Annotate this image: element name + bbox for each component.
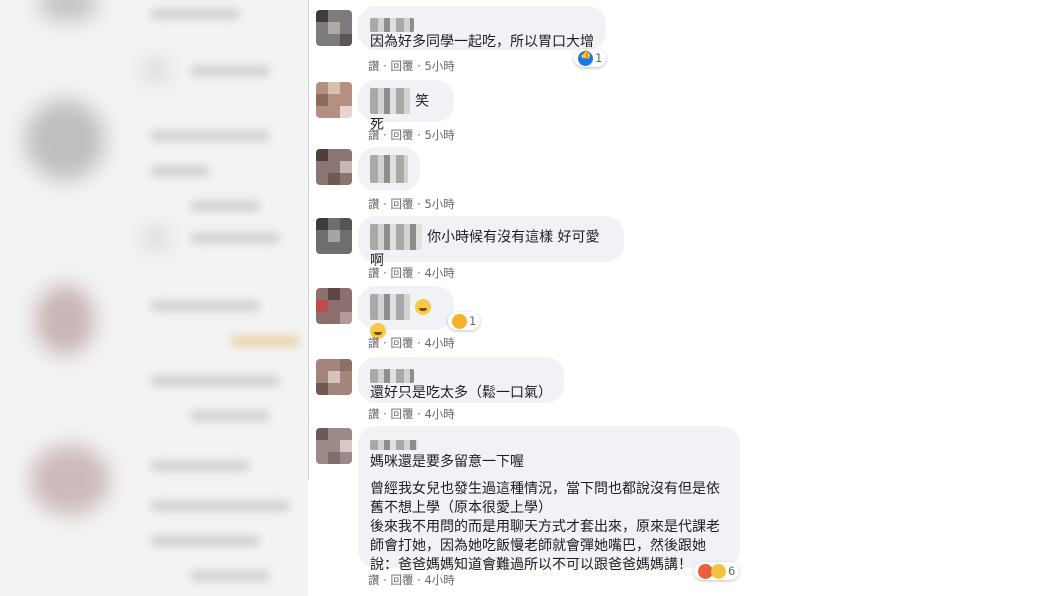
comment: 還好只是吃太多（鬆一口氣） 讚 · 回覆 · 4小時 [310, 355, 760, 425]
reply-link[interactable]: 回覆 [390, 336, 413, 350]
comment-actions: 讚 · 回覆 · 5小時 [368, 197, 455, 211]
comment-bubble: 因為好多同學一起吃，所以胃口大增 [358, 6, 606, 50]
reaction-count: 1 [595, 51, 603, 65]
like-link[interactable]: 讚 [368, 266, 380, 280]
like-link[interactable]: 讚 [368, 197, 380, 211]
grinning-emoji-icon [415, 299, 432, 315]
reply-link[interactable]: 回覆 [390, 573, 413, 587]
author-name[interactable] [370, 294, 410, 320]
comment: 讚 · 回覆 · 5小時 [310, 145, 760, 215]
like-reaction-icon [578, 50, 593, 66]
reply-link[interactable]: 回覆 [390, 266, 413, 280]
comment-text: 還好只是吃太多（鬆一口氣） [370, 385, 552, 401]
avatar[interactable] [316, 288, 352, 324]
reaction-count: 1 [469, 314, 477, 328]
avatar[interactable] [316, 359, 352, 395]
avatar[interactable] [316, 149, 352, 185]
panel-divider [308, 0, 309, 480]
comment-actions: 讚 · 回覆 · 5小時 [368, 128, 455, 142]
reply-link[interactable]: 回覆 [390, 197, 413, 211]
comment: 你小時候有沒有這樣 好可愛啊 讚 · 回覆 · 4小時 [310, 214, 760, 284]
timestamp[interactable]: 5小時 [424, 197, 454, 211]
comment-thread: 因為好多同學一起吃，所以胃口大增 1 讚 · 回覆 · 5小時 笑死 讚 · 回… [310, 0, 760, 596]
avatar[interactable] [316, 10, 352, 46]
author-name[interactable] [370, 224, 422, 250]
reaction-summary[interactable]: 1 [448, 312, 481, 330]
avatar[interactable] [316, 218, 352, 254]
comment-bubble: 你小時候有沒有這樣 好可愛啊 [358, 216, 624, 269]
comment-bubble: 笑死 [358, 80, 454, 133]
author-name[interactable] [370, 155, 408, 183]
comment-bubble [358, 286, 454, 339]
avatar[interactable] [316, 428, 352, 464]
comment-bubble: 還好只是吃太多（鬆一口氣） [358, 357, 564, 403]
reaction-count: 6 [728, 564, 736, 578]
author-name[interactable] [370, 368, 414, 383]
comment-text-body: 曾經我女兒也發生過這種情況，當下問也都說沒有但是依 舊不想上學（原本很愛上學） … [370, 481, 720, 573]
comment: 1 讚 · 回覆 · 4小時 [310, 284, 760, 354]
timestamp[interactable]: 4小時 [424, 407, 454, 421]
comment-actions: 讚 · 回覆 · 4小時 [368, 266, 455, 280]
comment: 笑死 讚 · 回覆 · 5小時 [310, 76, 760, 146]
comment-actions: 讚 · 回覆 · 5小時 [368, 59, 455, 73]
comment-bubble [358, 147, 420, 191]
comment-text: 媽咪還是要多留意一下喔 [370, 454, 524, 470]
reaction-summary[interactable]: 1 [574, 49, 607, 67]
reply-link[interactable]: 回覆 [390, 128, 413, 142]
reaction-summary[interactable]: 6 [694, 562, 740, 580]
timestamp[interactable]: 5小時 [424, 128, 454, 142]
comment: 媽咪還是要多留意一下喔 曾經我女兒也發生過這種情況，當下問也都說沒有但是依 舊不… [310, 424, 760, 596]
reply-link[interactable]: 回覆 [390, 59, 413, 73]
comment-actions: 讚 · 回覆 · 4小時 [368, 573, 455, 587]
reply-link[interactable]: 回覆 [390, 407, 413, 421]
like-link[interactable]: 讚 [368, 407, 380, 421]
author-name[interactable] [370, 88, 410, 114]
comment: 因為好多同學一起吃，所以胃口大增 1 讚 · 回覆 · 5小時 [310, 0, 760, 80]
author-name[interactable] [370, 17, 414, 32]
timestamp[interactable]: 4小時 [424, 573, 454, 587]
wow-reaction-icon [452, 313, 467, 329]
comment-actions: 讚 · 回覆 · 4小時 [368, 336, 455, 350]
timestamp[interactable]: 4小時 [424, 336, 454, 350]
like-link[interactable]: 讚 [368, 336, 380, 350]
sad-reaction-icon [711, 563, 726, 579]
timestamp[interactable]: 4小時 [424, 266, 454, 280]
comment-text: 因為好多同學一起吃，所以胃口大增 [370, 34, 594, 50]
like-link[interactable]: 讚 [368, 128, 380, 142]
blurred-background [0, 0, 308, 596]
like-link[interactable]: 讚 [368, 59, 380, 73]
like-link[interactable]: 讚 [368, 573, 380, 587]
comment-actions: 讚 · 回覆 · 4小時 [368, 407, 455, 421]
avatar[interactable] [316, 82, 352, 118]
timestamp[interactable]: 5小時 [424, 59, 454, 73]
comment-bubble: 媽咪還是要多留意一下喔 曾經我女兒也發生過這種情況，當下問也都說沒有但是依 舊不… [358, 426, 740, 573]
author-name[interactable] [370, 439, 418, 450]
